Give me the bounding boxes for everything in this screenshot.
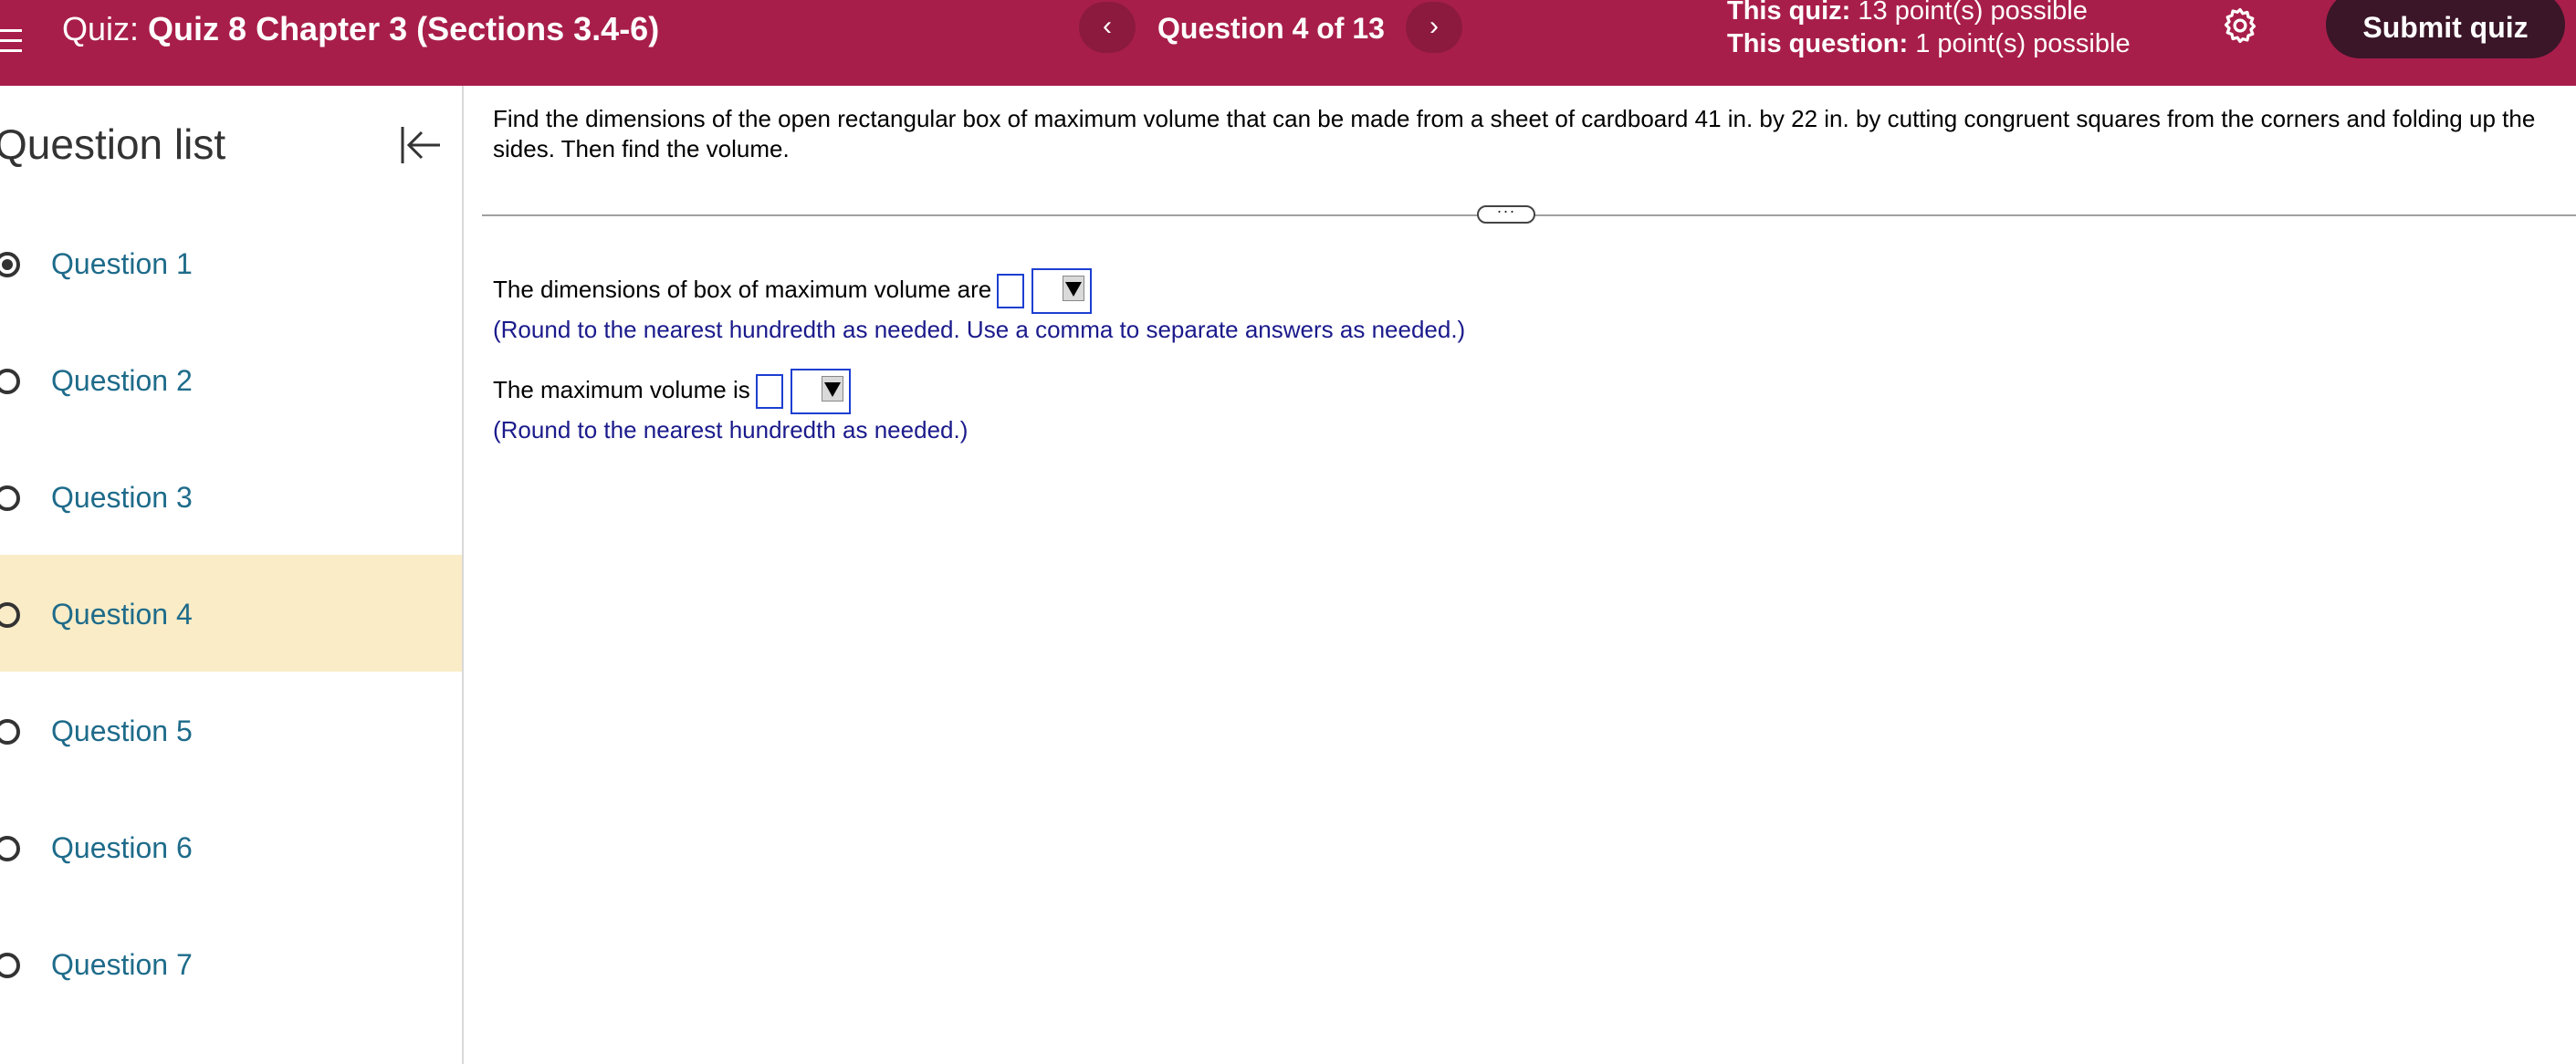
sidebar-item-question-3[interactable]: Question 3	[0, 438, 462, 555]
answer-part-1: The dimensions of box of maximum volume …	[493, 268, 1093, 314]
triangle-down-icon	[823, 382, 841, 397]
chevron-left-icon: ‹	[1103, 11, 1112, 41]
top-bar: Quiz: Quiz 8 Chapter 3 (Sections 3.4-6) …	[0, 0, 2576, 86]
sidebar-item-question-6[interactable]: Question 6	[0, 788, 462, 905]
dimensions-unit-dropdown[interactable]	[1031, 268, 1093, 314]
chevron-right-icon: ›	[1429, 11, 1439, 41]
question-points: This question: 1 point(s) possible	[1727, 27, 2131, 60]
quiz-title-prefix: Quiz:	[62, 10, 140, 47]
quiz-points-value: 13 point(s) possible	[1858, 0, 2088, 26]
rounding-hint: (Round to the nearest hundredth as neede…	[493, 316, 1466, 343]
sidebar-item-question-7[interactable]: Question 7	[0, 905, 462, 1022]
answer-prompt: The maximum volume is	[493, 375, 750, 403]
dropdown-arrow-box	[821, 376, 843, 402]
next-question-button[interactable]: ›	[1406, 2, 1462, 53]
question-item-label: Question 4	[51, 598, 193, 631]
answer-prompt: The dimensions of box of maximum volume …	[493, 275, 992, 303]
previous-question-button[interactable]: ‹	[1079, 2, 1136, 53]
quiz-title-name: Quiz 8 Chapter 3 (Sections 3.4-6)	[148, 10, 660, 47]
question-item-label: Question 6	[51, 831, 193, 864]
points-info: This quiz: 13 point(s) possible This que…	[1727, 0, 2131, 60]
radio-icon	[0, 719, 20, 745]
question-list-sidebar: Question list Question 1 Question 2 Ques…	[0, 86, 464, 1064]
radio-icon	[0, 953, 20, 978]
quiz-points-label: This quiz:	[1727, 0, 1851, 26]
dimensions-answer-input[interactable]	[997, 274, 1025, 308]
menu-icon[interactable]	[0, 27, 24, 55]
question-points-label: This question:	[1727, 29, 1909, 58]
radio-icon	[0, 836, 20, 861]
question-item-label: Question 7	[51, 948, 193, 981]
sidebar-item-question-5[interactable]: Question 5	[0, 672, 462, 788]
radio-icon	[0, 485, 20, 511]
quiz-points: This quiz: 13 point(s) possible	[1727, 0, 2131, 27]
question-item-label: Question 1	[51, 247, 193, 280]
question-item-label: Question 2	[51, 364, 193, 397]
radio-icon	[0, 602, 20, 628]
sidebar-item-question-1[interactable]: Question 1	[0, 204, 462, 321]
dropdown-arrow-box	[1063, 276, 1085, 301]
sidebar-title: Question list	[0, 120, 226, 168]
quiz-title: Quiz: Quiz 8 Chapter 3 (Sections 3.4-6)	[62, 9, 659, 49]
sidebar-item-question-4[interactable]: Question 4	[0, 555, 462, 672]
question-indicator[interactable]: Question 4 of 13	[1157, 9, 1385, 47]
question-text: Find the dimensions of the open rectangu…	[493, 105, 2536, 162]
divider-handle[interactable]: ···	[1477, 203, 1535, 224]
radio-icon	[0, 369, 20, 394]
volume-unit-dropdown[interactable]	[790, 369, 851, 414]
radio-selected-icon	[0, 252, 20, 277]
answer-part-2: The maximum volume is	[493, 369, 851, 414]
sidebar-item-question-2[interactable]: Question 2	[0, 321, 462, 438]
collapse-left-icon[interactable]	[398, 122, 444, 168]
submit-quiz-button[interactable]: Submit quiz	[2326, 0, 2565, 58]
question-item-label: Question 5	[51, 715, 193, 747]
volume-answer-input[interactable]	[755, 374, 783, 409]
rounding-hint: (Round to the nearest hundredth as neede…	[493, 416, 969, 443]
triangle-down-icon	[1065, 282, 1083, 297]
question-item-label: Question 3	[51, 481, 193, 514]
question-points-value: 1 point(s) possible	[1915, 29, 2131, 58]
gear-icon[interactable]	[2220, 5, 2260, 46]
